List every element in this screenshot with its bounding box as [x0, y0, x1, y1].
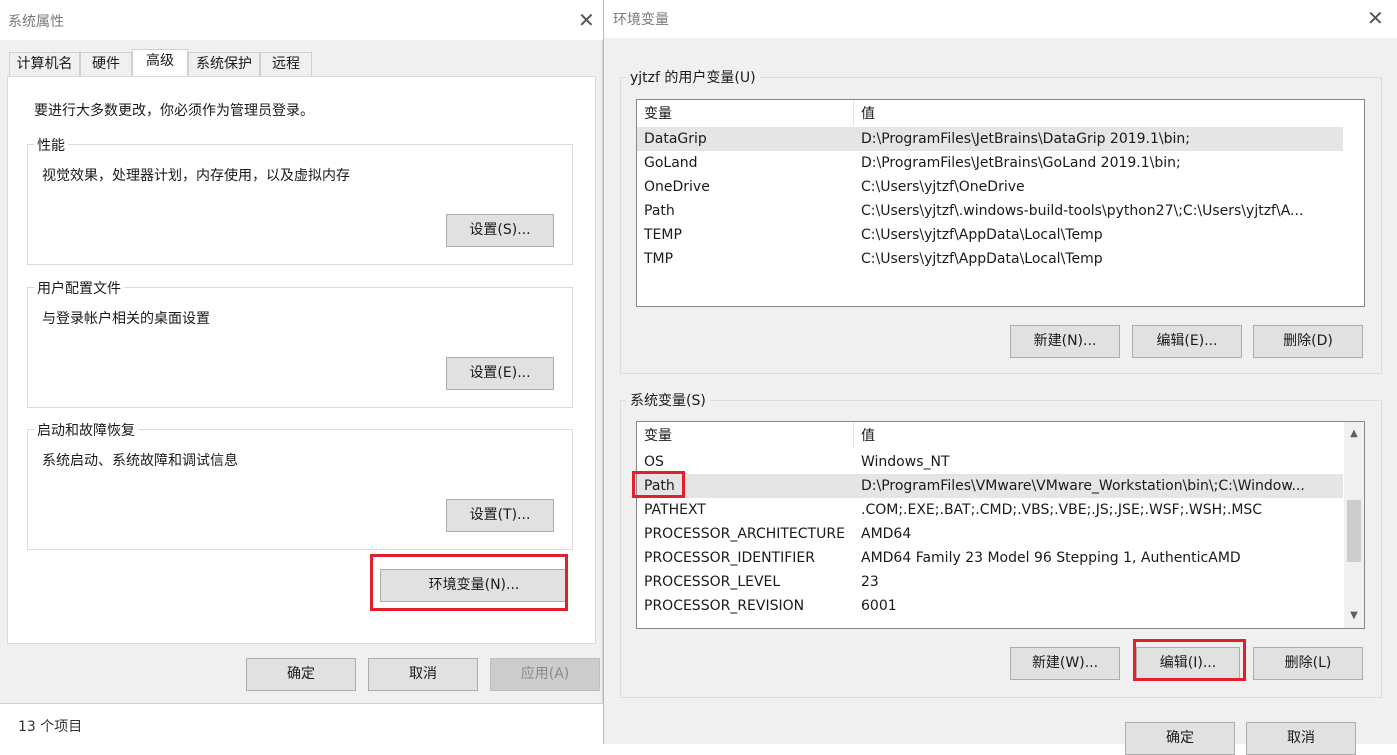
list-item[interactable]: Path D:\ProgramFiles\VMware\VMware_Works… [637, 474, 1343, 498]
column-header-variable[interactable]: 变量 [644, 422, 672, 448]
list-item[interactable]: PROCESSOR_IDENTIFIER AMD64 Family 23 Mod… [637, 546, 1343, 570]
variable-name: GoLand [644, 155, 698, 171]
user-new-button[interactable]: 新建(N)... [1010, 325, 1120, 358]
system-properties-window: 系统属性 ✕ 计算机名 硬件 高级 系统保护 远程 要进行大多数更改，你必须作为… [0, 0, 603, 704]
list-item[interactable]: Path C:\Users\yjtzf\.windows-build-tools… [637, 199, 1343, 223]
list-header: 变量 值 [637, 100, 1364, 126]
user-variables-label: yjtzf 的用户变量(U) [626, 67, 760, 87]
variable-name: DataGrip [644, 131, 707, 147]
variable-value: 6001 [861, 598, 897, 614]
close-icon[interactable]: ✕ [1367, 8, 1384, 28]
variable-name: PROCESSOR_LEVEL [644, 574, 781, 590]
close-icon[interactable]: ✕ [578, 10, 595, 30]
performance-settings-button[interactable]: 设置(S)... [446, 214, 554, 247]
variable-value: 23 [861, 574, 879, 590]
user-profiles-label: 用户配置文件 [34, 278, 124, 298]
system-variables-list[interactable]: 变量 值 OS Windows_NT Path D:\ProgramFiles\… [636, 421, 1365, 629]
column-header-variable[interactable]: 变量 [644, 100, 672, 126]
system-new-button[interactable]: 新建(W)... [1010, 647, 1120, 680]
column-separator[interactable] [853, 422, 854, 448]
column-header-value[interactable]: 值 [861, 422, 875, 448]
variable-name: PROCESSOR_REVISION [644, 598, 805, 614]
system-variables-label: 系统变量(S) [626, 390, 710, 410]
performance-label: 性能 [34, 135, 68, 155]
variable-name: Path [644, 203, 675, 219]
list-item[interactable]: OneDrive C:\Users\yjtzf\OneDrive [637, 175, 1343, 199]
cancel-button[interactable]: 取消 [1246, 722, 1356, 755]
explorer-status-bar: 13 个项目 [0, 704, 603, 744]
tab-label: 远程 [272, 56, 300, 72]
user-edit-button[interactable]: 编辑(E)... [1132, 325, 1242, 358]
admin-note: 要进行大多数更改，你必须作为管理员登录。 [34, 103, 314, 119]
list-item[interactable]: DataGrip D:\ProgramFiles\JetBrains\DataG… [637, 127, 1343, 151]
variable-value: AMD64 [861, 526, 912, 542]
tab-label: 系统保护 [196, 56, 252, 72]
tab-advanced[interactable]: 高级 [132, 49, 188, 77]
tab-hardware[interactable]: 硬件 [80, 52, 132, 77]
variable-value: C:\Users\yjtzf\OneDrive [861, 179, 1025, 195]
environment-variables-window: 环境变量 ✕ yjtzf 的用户变量(U) 变量 值 DataGrip D:\P… [603, 0, 1397, 755]
variable-value: .COM;.EXE;.BAT;.CMD;.VBS;.VBE;.JS;.JSE;.… [861, 502, 1263, 518]
highlight-box [370, 554, 568, 611]
window-title: 系统属性 [8, 14, 64, 30]
title-bar: 环境变量 ✕ [604, 0, 1397, 38]
scroll-thumb[interactable] [1347, 500, 1361, 562]
system-delete-button[interactable]: 删除(L) [1253, 647, 1363, 680]
variable-name: PATHEXT [644, 502, 706, 518]
tab-label: 计算机名 [16, 56, 73, 72]
apply-button[interactable]: 应用(A) [490, 658, 600, 691]
variable-name: PROCESSOR_ARCHITECTURE [644, 526, 845, 542]
user-delete-button[interactable]: 删除(D) [1253, 325, 1363, 358]
startup-recovery-desc: 系统启动、系统故障和调试信息 [42, 453, 238, 469]
highlight-box [632, 471, 685, 498]
cancel-button[interactable]: 取消 [368, 658, 478, 691]
tab-system-protection[interactable]: 系统保护 [188, 52, 260, 77]
user-profiles-settings-button[interactable]: 设置(E)... [446, 357, 554, 390]
tab-remote[interactable]: 远程 [260, 52, 312, 77]
variable-value: C:\Users\yjtzf\AppData\Local\Temp [861, 227, 1103, 243]
list-item[interactable]: PROCESSOR_LEVEL 23 [637, 570, 1343, 594]
ok-button[interactable]: 确定 [1125, 722, 1235, 755]
variable-value: Windows_NT [861, 454, 950, 470]
user-variables-list[interactable]: 变量 值 DataGrip D:\ProgramFiles\JetBrains\… [636, 99, 1365, 307]
variable-value: D:\ProgramFiles\VMware\VMware_Workstatio… [861, 478, 1305, 494]
user-profiles-desc: 与登录帐户相关的桌面设置 [42, 311, 210, 327]
list-item[interactable]: TMP C:\Users\yjtzf\AppData\Local\Temp [637, 247, 1343, 271]
tab-computer-name[interactable]: 计算机名 [9, 52, 80, 77]
scroll-up-icon[interactable]: ▲ [1346, 426, 1362, 442]
tab-label: 高级 [146, 53, 174, 69]
variable-name: OneDrive [644, 179, 710, 195]
variable-name: PROCESSOR_IDENTIFIER [644, 550, 815, 566]
variable-value: C:\Users\yjtzf\AppData\Local\Temp [861, 251, 1103, 267]
item-count: 13 个项目 [18, 719, 83, 735]
variable-value: D:\ProgramFiles\JetBrains\DataGrip 2019.… [861, 131, 1190, 147]
variable-value: C:\Users\yjtzf\.windows-build-tools\pyth… [861, 203, 1304, 219]
startup-recovery-settings-button[interactable]: 设置(T)... [446, 499, 554, 532]
list-header: 变量 值 [637, 422, 1343, 448]
startup-recovery-label: 启动和故障恢复 [34, 420, 138, 440]
tab-label: 硬件 [92, 56, 120, 72]
column-separator[interactable] [853, 100, 854, 126]
column-header-value[interactable]: 值 [861, 100, 875, 126]
ok-button[interactable]: 确定 [246, 658, 356, 691]
list-item[interactable]: OS Windows_NT [637, 450, 1343, 474]
variable-name: TMP [644, 251, 674, 267]
variable-name: TEMP [644, 227, 682, 243]
list-item[interactable]: TEMP C:\Users\yjtzf\AppData\Local\Temp [637, 223, 1343, 247]
performance-desc: 视觉效果，处理器计划，内存使用，以及虚拟内存 [42, 168, 350, 184]
list-item[interactable]: GoLand D:\ProgramFiles\JetBrains\GoLand … [637, 151, 1343, 175]
vertical-scrollbar[interactable]: ▲ ▼ [1344, 422, 1364, 628]
list-item[interactable]: PROCESSOR_REVISION 6001 [637, 594, 1343, 618]
advanced-tab-page: 要进行大多数更改，你必须作为管理员登录。 性能 视觉效果，处理器计划，内存使用，… [7, 76, 596, 644]
window-title: 环境变量 [613, 12, 669, 28]
list-item[interactable]: PROCESSOR_ARCHITECTURE AMD64 [637, 522, 1343, 546]
variable-value: D:\ProgramFiles\JetBrains\GoLand 2019.1\… [861, 155, 1181, 171]
scroll-down-icon[interactable]: ▼ [1346, 608, 1362, 624]
title-bar: 系统属性 ✕ [0, 0, 603, 40]
list-item[interactable]: PATHEXT .COM;.EXE;.BAT;.CMD;.VBS;.VBE;.J… [637, 498, 1343, 522]
highlight-box [1133, 639, 1246, 681]
variable-value: AMD64 Family 23 Model 96 Stepping 1, Aut… [861, 550, 1241, 566]
